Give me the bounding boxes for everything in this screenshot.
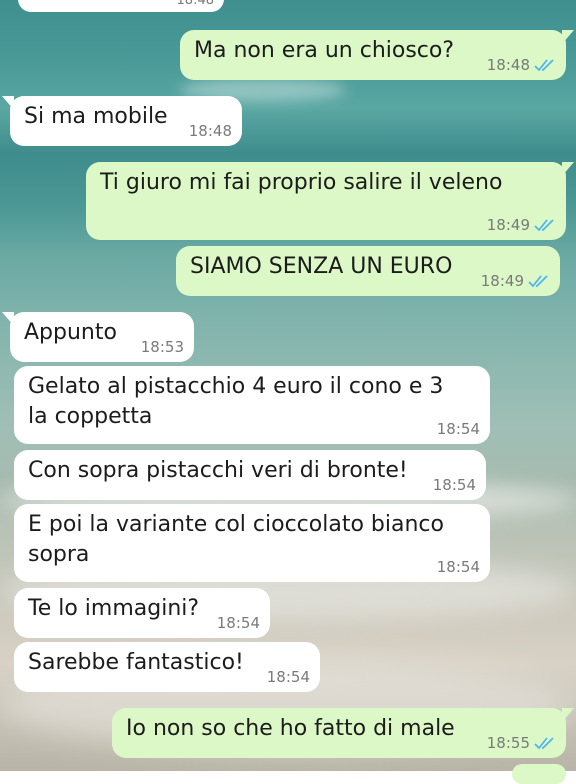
message-bubble-incoming[interactable]: Si ma mobile 18:48 — [2, 96, 242, 146]
message-time: 18:48 — [188, 122, 232, 140]
message-time: 18:54 — [432, 476, 476, 494]
message-bubble-incoming[interactable]: Con sopra pistacchi veri di bronte! 18:5… — [14, 450, 486, 500]
message-text: Gelato al pistacchio 4 euro il cono e 3 … — [28, 374, 444, 429]
message-bubble-partial[interactable]: 18:48 — [18, 0, 224, 12]
message-time: 18:54 — [436, 558, 480, 576]
message-time: 18:54 — [436, 420, 480, 438]
message-text: Ti giuro mi fai proprio salire il veleno — [100, 170, 503, 195]
message-text: Con sopra pistacchi veri di bronte! — [28, 458, 408, 483]
message-meta: 18:53 — [141, 338, 184, 356]
message-time: 18:49 — [486, 216, 530, 234]
message-bubble-outgoing[interactable]: Ma non era un chiosco? 18:48 — [180, 30, 574, 80]
message-meta: 18:49 — [487, 216, 556, 234]
message-meta: 18:54 — [437, 420, 480, 438]
message-time: 18:54 — [216, 614, 260, 632]
message-bubble-outgoing[interactable]: Io non so che ho fatto di male 18:55 — [112, 708, 574, 758]
message-time: 18:48 — [176, 0, 214, 8]
message-bubble-incoming[interactable]: Sarebbe fantastico! 18:54 — [14, 642, 320, 692]
read-double-check-icon — [534, 59, 554, 72]
message-meta: 18:49 — [481, 272, 550, 290]
message-time: 18:55 — [486, 734, 530, 752]
message-bubble-incoming[interactable]: Appunto 18:53 — [2, 312, 194, 362]
message-meta: 18:55 — [487, 734, 556, 752]
message-time: 18:48 — [486, 56, 530, 74]
message-meta: 18:48 — [189, 122, 232, 140]
message-bubble-partial[interactable] — [512, 764, 566, 784]
message-bubble-incoming[interactable]: E poi la variante col cioccolato bianco … — [14, 504, 490, 582]
message-bubble-incoming[interactable]: Gelato al pistacchio 4 euro il cono e 3 … — [14, 366, 490, 444]
message-meta: 18:54 — [437, 558, 480, 576]
message-meta: 18:54 — [267, 668, 310, 686]
message-text: Sarebbe fantastico! — [28, 650, 244, 675]
read-double-check-icon — [534, 219, 554, 232]
message-time: 18:54 — [266, 668, 310, 686]
message-text: E poi la variante col cioccolato bianco … — [28, 512, 444, 567]
message-bubble-outgoing[interactable]: SIAMO SENZA UN EURO 18:49 — [176, 246, 560, 296]
message-bubble-outgoing[interactable]: Ti giuro mi fai proprio salire il veleno… — [86, 162, 574, 240]
read-double-check-icon — [534, 737, 554, 750]
message-meta: 18:54 — [217, 614, 260, 632]
message-meta: 18:48 — [487, 56, 556, 74]
message-bubble-incoming[interactable]: Te lo immagini? 18:54 — [14, 588, 270, 638]
message-meta: 18:54 — [433, 476, 476, 494]
message-time: 18:49 — [480, 272, 524, 290]
read-double-check-icon — [528, 275, 548, 288]
message-time: 18:53 — [140, 338, 184, 356]
